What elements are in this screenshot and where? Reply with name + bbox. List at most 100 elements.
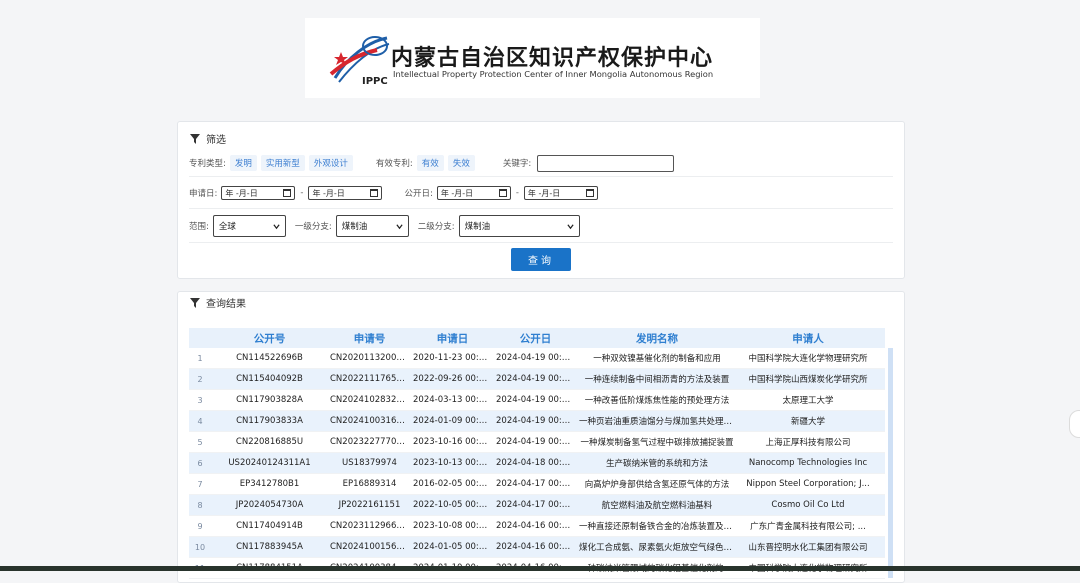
invention-title-cell: 煤化工合成氨、尿素氨火炬放空气绿色回...	[579, 543, 737, 553]
side-edge-button[interactable]	[1069, 410, 1080, 438]
calendar-icon[interactable]	[370, 189, 379, 197]
application-date-cell: 2024-01-05 00:0...	[413, 542, 493, 552]
level1-branch-value: 煤制油	[341, 222, 368, 232]
table-row[interactable]: 2 CN115404092B CN20221117653... 2022-09-26 …	[189, 369, 885, 390]
valid-option-invalid[interactable]: 失效	[447, 155, 475, 171]
application-date-cell: 2024-01-09 00:0...	[413, 416, 493, 426]
results-panel: 查询结果 公开号 申请号 申请日 公开日 发明名称 申请人 1 CN1145226…	[177, 291, 905, 583]
scope-select[interactable]: 全球	[212, 215, 286, 237]
column-header-invention-title[interactable]: 发明名称	[577, 331, 737, 346]
application-no-cell: CN20201132006...	[330, 353, 410, 363]
valid-patent-label: 有效专利:	[375, 159, 413, 169]
application-no-cell: CN20241003163...	[330, 416, 410, 426]
invention-title-cell: 生产碳纳米管的系统和方法	[605, 459, 708, 469]
calendar-icon[interactable]	[585, 189, 594, 197]
column-header-application-date[interactable]: 申请日	[411, 331, 494, 346]
row-number: 10	[194, 542, 206, 552]
invention-title-cell: 一种双效镍基催化剂的制备和应用	[593, 354, 721, 364]
filter-title-label: 筛选	[206, 135, 226, 146]
column-header-application-no[interactable]: 申请号	[328, 331, 411, 346]
invention-title-cell: 一种页岩油重质油馏分与煤加氢共处理的...	[579, 417, 737, 427]
applicant-cell: 中国科学院山西煤炭化学研究所	[748, 375, 868, 385]
publication-no-cell: CN117903833A	[236, 416, 303, 426]
taskbar	[0, 566, 1080, 571]
table-row[interactable]: 3 CN117903828A CN20241028328... 2024-03-13 …	[189, 390, 885, 411]
chevron-down-icon	[567, 223, 574, 229]
apply-date-end-placeholder: 年 -月-日	[312, 188, 345, 198]
patent-type-label: 专利类型:	[189, 159, 226, 169]
row-number: 8	[197, 500, 203, 510]
publish-date-start-input[interactable]: 年 -月-日	[436, 186, 511, 200]
column-header-publication-no[interactable]: 公开号	[211, 331, 328, 346]
publication-date-cell: 2024-04-19 00:0...	[496, 437, 576, 447]
publication-no-cell: EP3412780B1	[239, 479, 300, 489]
application-no-cell: EP16889314	[342, 479, 397, 489]
invention-title-cell: 一种连续制备中间相沥青的方法及装置	[584, 375, 730, 385]
filter-row-scope: 范围: 全球 一级分支: 煤制油 二级分支: 煤制油	[189, 210, 893, 243]
publication-date-cell: 2024-04-16 00:0...	[496, 521, 576, 531]
table-row[interactable]: 6 US20240124311A1 US18379974 2023-10-13 00:…	[189, 453, 885, 474]
table-row[interactable]: 1 CN114522696B CN20201132006... 2020-11-23 …	[189, 348, 885, 369]
publication-date-cell: 2024-04-19 00:0...	[496, 353, 576, 363]
funnel-icon	[190, 133, 200, 144]
row-number: 3	[197, 395, 203, 405]
publication-date-cell: 2024-04-19 00:0...	[496, 416, 576, 426]
table-row[interactable]: 8 JP2024054730A JP2022161151 2022-10-05 00:…	[189, 495, 885, 516]
level2-branch-value: 煤制油	[464, 222, 491, 232]
row-number: 4	[197, 416, 203, 426]
row-number: 2	[197, 374, 203, 384]
table-row[interactable]: 5 CN220816885U CN20232277708... 2023-10-16 …	[189, 432, 885, 453]
table-scrollbar[interactable]	[888, 348, 893, 578]
row-number: 7	[197, 479, 203, 489]
funnel-icon	[190, 297, 200, 308]
column-header-publication-date[interactable]: 公开日	[494, 331, 577, 346]
calendar-icon[interactable]	[283, 189, 292, 197]
application-date-cell: 2020-11-23 00:0...	[413, 353, 493, 363]
publication-date-cell: 2024-04-19 00:0...	[496, 374, 576, 384]
publication-date-cell: 2024-04-18 00:0...	[496, 458, 576, 468]
table-row[interactable]: 9 CN117404914B CN20231129662... 2023-10-08 …	[189, 516, 885, 537]
applicant-cell: 中国科学院大连化学物理研究所	[748, 354, 868, 364]
level2-branch-select[interactable]: 煤制油	[458, 215, 580, 237]
results-title-label: 查询结果	[206, 299, 246, 310]
valid-option-valid[interactable]: 有效	[416, 155, 444, 171]
publication-date-cell: 2024-04-17 00:0...	[496, 479, 576, 489]
applicant-cell: Cosmo Oil Co Ltd	[771, 500, 845, 510]
results-table: 公开号 申请号 申请日 公开日 发明名称 申请人 1 CN114522696B CN…	[189, 328, 893, 579]
publish-date-label: 公开日:	[404, 189, 433, 199]
calendar-icon[interactable]	[498, 189, 507, 197]
application-date-cell: 2022-09-26 00:0...	[413, 374, 493, 384]
apply-date-end-input[interactable]: 年 -月-日	[308, 186, 383, 200]
application-date-cell: 2022-10-05 00:0...	[413, 500, 493, 510]
table-row[interactable]: 7 EP3412780B1 EP16889314 2016-02-05 00:0...…	[189, 474, 885, 495]
applicant-cell: Nippon Steel Corporation; J...	[746, 479, 870, 489]
row-number: 9	[197, 521, 203, 531]
table-row[interactable]: 10 CN117883945A CN20241001561... 2024-01-05…	[189, 537, 885, 558]
patent-type-invention[interactable]: 发明	[229, 155, 257, 171]
invention-title-cell: 一种改善低阶煤炼焦性能的预处理方法	[584, 396, 730, 406]
applicant-cell: 太原理工大学	[782, 396, 834, 406]
publication-no-cell: CN117404914B	[236, 521, 303, 531]
patent-type-design[interactable]: 外观设计	[308, 155, 353, 171]
filter-row-dates: 申请日: 年 -月-日 - 年 -月-日 公开日: 年 -月-日 - 年 -月-…	[189, 178, 893, 209]
keyword-input[interactable]	[537, 154, 675, 172]
table-body: 1 CN114522696B CN20201132006... 2020-11-23 …	[189, 348, 885, 579]
patent-type-utility-model[interactable]: 实用新型	[260, 155, 305, 171]
logo-abbreviation: IPPC	[362, 76, 388, 87]
apply-date-start-input[interactable]: 年 -月-日	[221, 186, 296, 200]
publish-date-end-input[interactable]: 年 -月-日	[523, 186, 598, 200]
publication-no-cell: JP2024054730A	[235, 500, 304, 510]
publication-date-cell: 2024-04-17 00:0...	[496, 500, 576, 510]
publication-date-cell: 2024-04-16 00:0...	[496, 542, 576, 552]
level1-branch-select[interactable]: 煤制油	[335, 215, 409, 237]
application-no-cell: CN20241001561...	[330, 542, 410, 552]
publish-date-range-separator: -	[515, 188, 519, 198]
search-button[interactable]: 查询	[511, 248, 571, 271]
table-row[interactable]: 4 CN117903833A CN20241003163... 2024-01-09 …	[189, 411, 885, 432]
filter-panel: 筛选 专利类型: 发明 实用新型 外观设计 有效专利: 有效 失效 关键字: 申…	[177, 121, 905, 279]
organization-title: 内蒙古自治区知识产权保护中心	[391, 46, 714, 71]
level1-branch-label: 一级分支:	[294, 222, 332, 232]
column-header-applicant[interactable]: 申请人	[737, 331, 879, 346]
level2-branch-label: 二级分支:	[417, 222, 455, 232]
applicant-cell: Nanocomp Technologies Inc	[748, 458, 868, 468]
